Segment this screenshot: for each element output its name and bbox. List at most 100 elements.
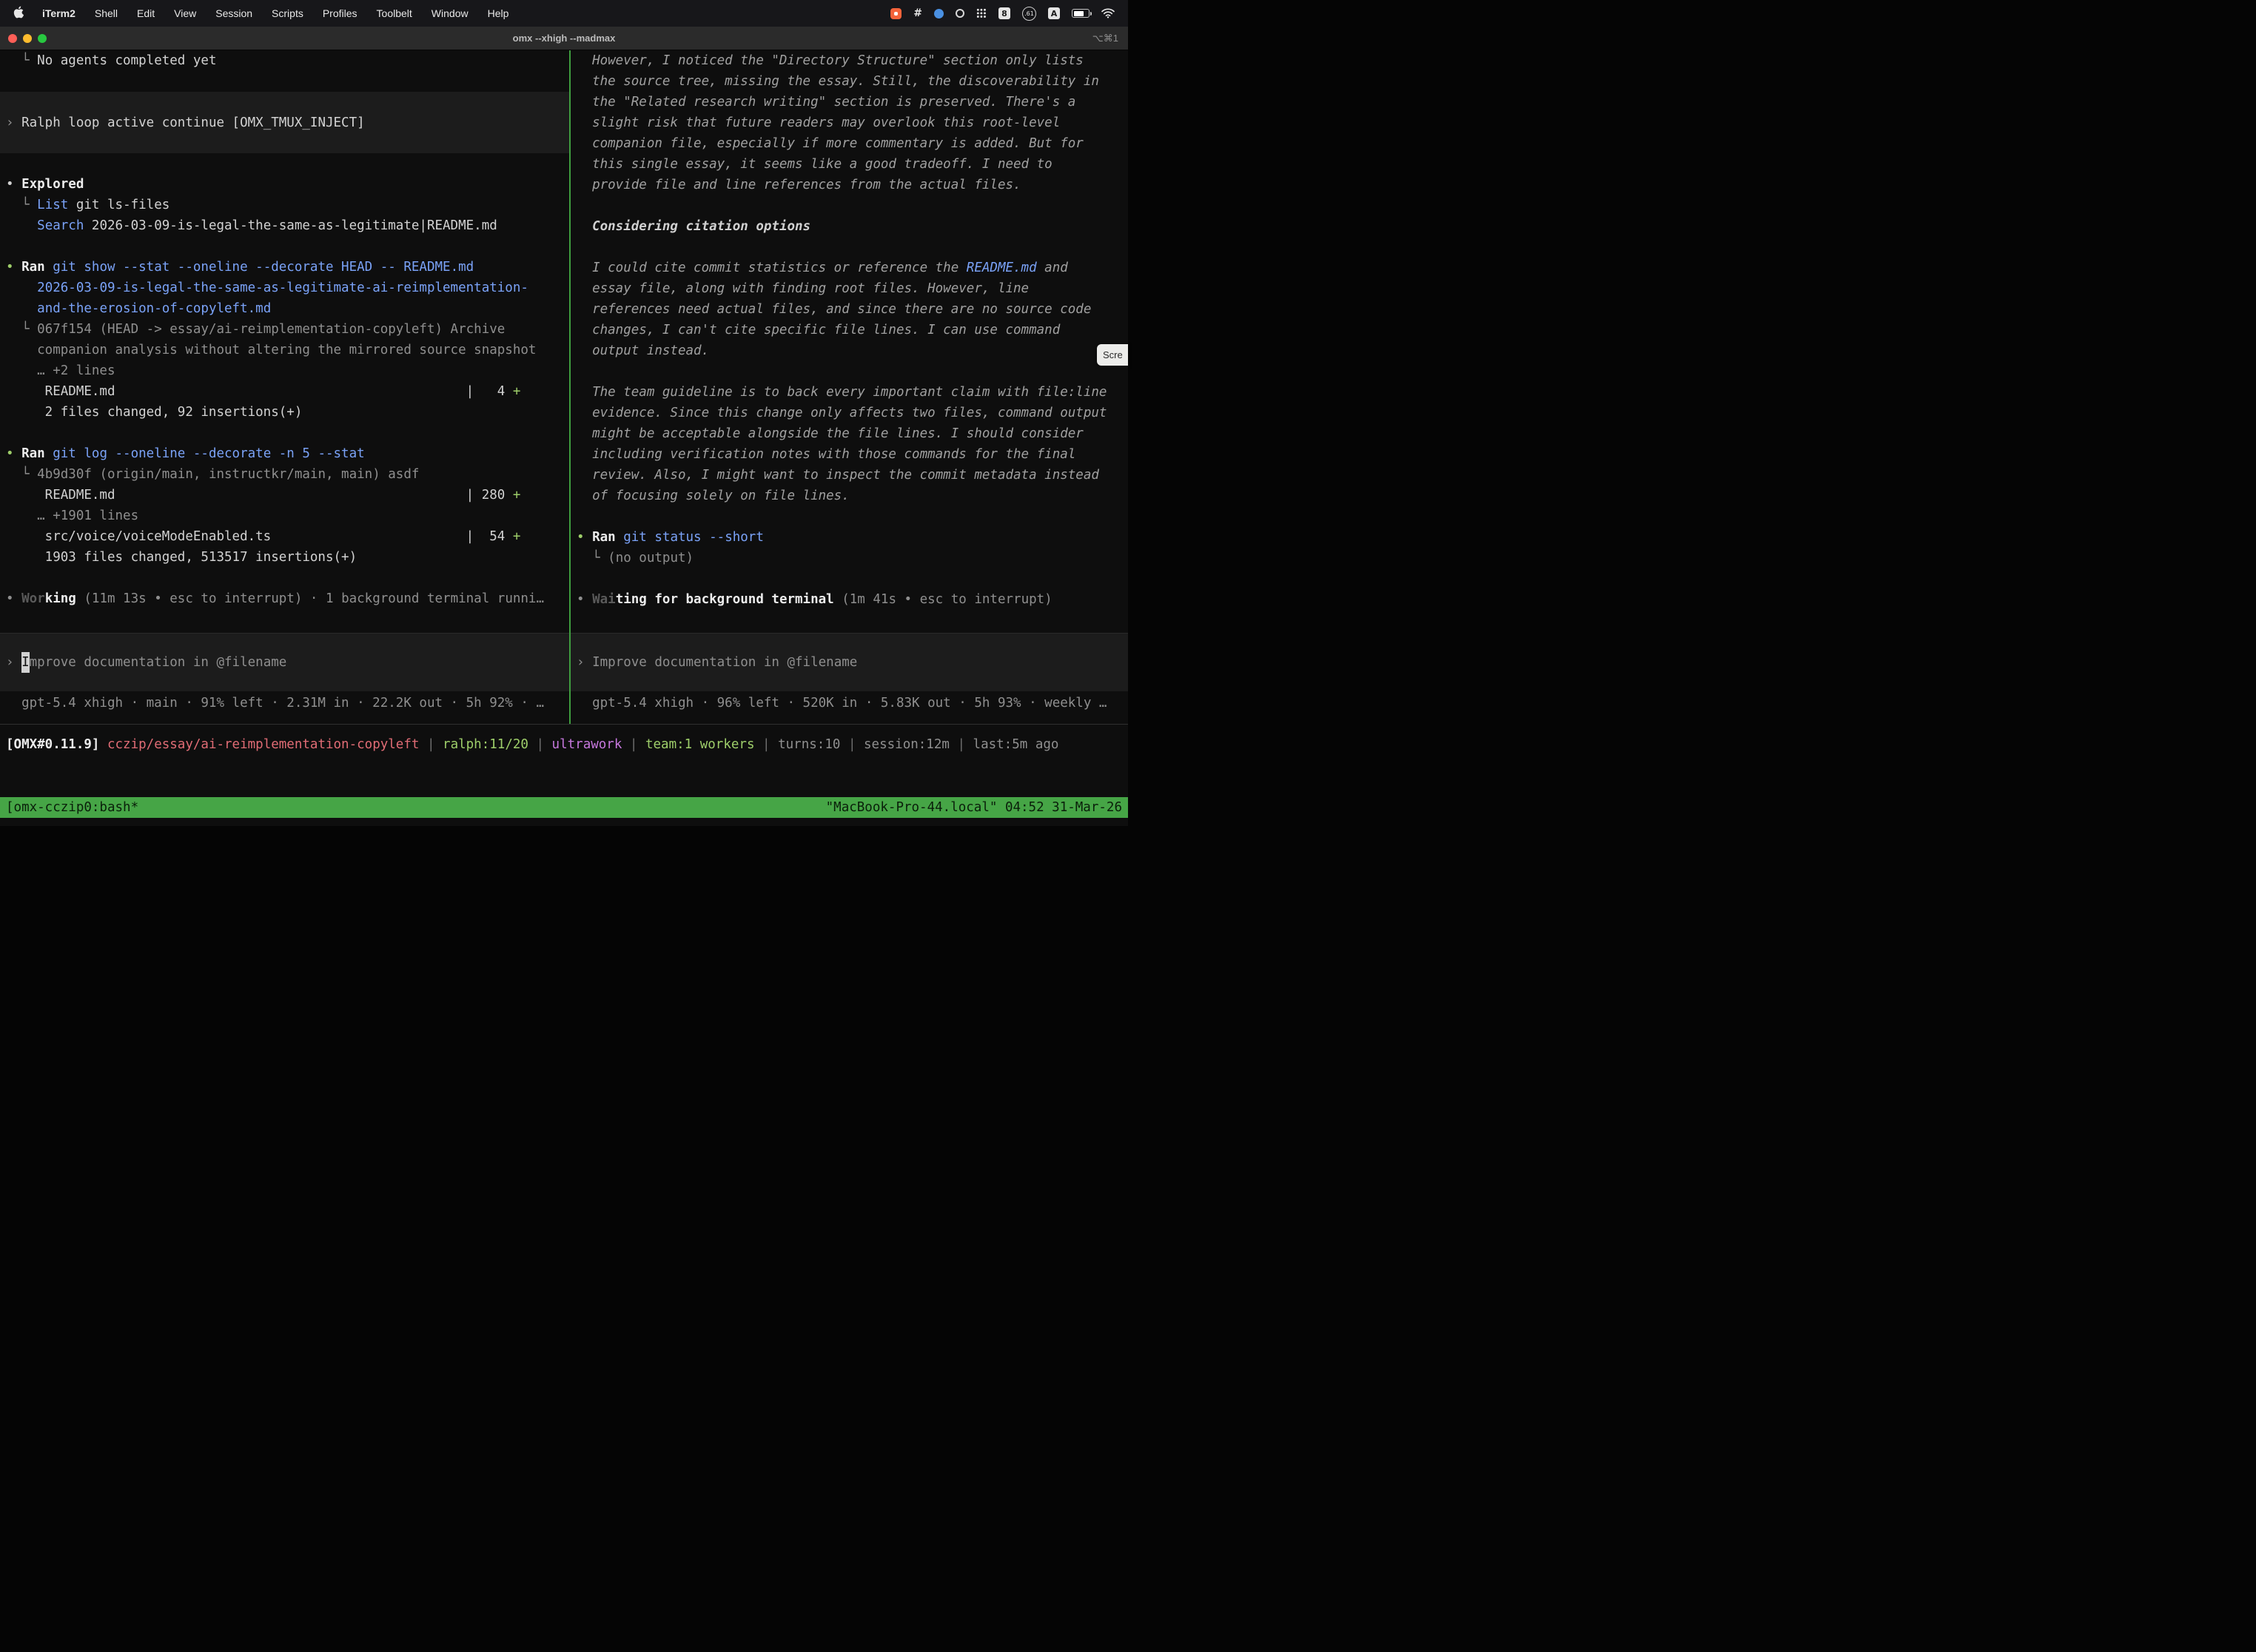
text-segment: review. Also, I might want to inspect th… [577,468,1099,483]
tmux-panes: └ No agents completed yet › Ralph loop ac… [0,50,1128,725]
terminal-line: └ No agents completed yet [0,50,569,71]
text-segment: king [45,591,76,606]
terminal-line: … +2 lines [0,360,569,381]
terminal-line: Considering citation options [571,216,1128,237]
menu-item-window[interactable]: Window [422,0,478,27]
menu-item-toolbelt[interactable]: Toolbelt [367,0,422,27]
blank-line [571,237,1128,258]
text-segment: companion file, especially if more comme… [577,136,1084,151]
terminal-line: • Working (11m 13s • esc to interrupt) ·… [0,588,569,609]
terminal-line: However, I noticed the "Directory Struct… [571,50,1128,71]
left-model-status-line: gpt-5.4 xhigh · main · 91% left · 2.31M … [0,691,569,724]
menu-items: iTerm2ShellEditViewSessionScriptsProfile… [33,0,518,27]
terminal-line: companion file, especially if more comme… [571,133,1128,154]
omx-status-area: [OMX#0.11.9] cczip/essay/ai-reimplementa… [0,725,1128,797]
text-segment: … +1901 lines [6,508,138,523]
terminal-line: └ List git ls-files [0,195,569,215]
menu-item-view[interactable]: View [164,0,206,27]
apple-menu[interactable] [4,6,33,21]
battery-icon[interactable] [1072,9,1090,18]
grid-app-icon[interactable]: # [913,7,922,19]
text-segment: └ [6,198,37,212]
text-segment: gpt-5.4 xhigh · main · 91% left · 2.31M … [6,696,544,711]
text-segment: (11m 13s • esc to interrupt) · 1 backgro… [76,591,544,606]
right-prompt-input[interactable]: › Improve documentation in @filename [571,633,1128,691]
text-segment: might be acceptable alongside the file l… [577,426,1084,441]
close-button[interactable] [8,34,17,43]
left-prompt-input[interactable]: › Improve documentation in @filename [0,633,569,691]
terminal-line: 2026-03-09-is-legal-the-same-as-legitima… [0,278,569,298]
text-segment [577,219,592,234]
text-segment: List [37,198,68,212]
text-segment: … +2 lines [6,363,115,378]
menu-item-shell[interactable]: Shell [85,0,127,27]
text-segment: • [6,446,21,461]
text-segment: | [840,737,864,752]
menu-item-session[interactable]: Session [206,0,262,27]
text-segment: • [577,530,592,545]
menu-item-scripts[interactable]: Scripts [262,0,313,27]
text-segment [6,301,37,316]
text-segment: of focusing solely on file lines. [577,488,850,503]
text-segment: | [622,737,645,752]
text-segment: (no output) [608,551,694,565]
text-segment: output instead. [577,343,709,358]
zoom-button[interactable] [38,34,47,43]
text-segment: Explored [21,177,84,192]
text-segment: | 4 [466,384,513,399]
text-segment: src/voice/voiceModeEnabled.ts [6,529,466,544]
battery-icon-inner [1074,11,1084,16]
text-segment: the source tree, missing the essay. Stil… [577,74,1099,89]
apple-logo-icon [13,6,24,21]
terminal-line: 2 files changed, 92 insertions(+) [0,402,569,423]
text-segment: README.md [6,384,466,399]
terminal-line: this single essay, it seems like a good … [571,154,1128,175]
terminal-line: I could cite commit statistics or refere… [571,258,1128,278]
text-segment [45,446,53,461]
text-segment: Wor [21,591,45,606]
menu-item-help[interactable]: Help [478,0,519,27]
text-segment: Search [37,218,84,233]
menubar-status-icons: #8 .61 A [890,7,1124,21]
text-segment: + [513,384,521,399]
text-segment: › [6,115,21,130]
left-pane[interactable]: └ No agents completed yet › Ralph loop ac… [0,50,569,724]
text-segment: + [513,488,521,503]
terminal-line: essay file, along with finding root file… [571,278,1128,299]
right-model-status-line: gpt-5.4 xhigh · 96% left · 520K in · 5.8… [571,691,1128,724]
window-title: omx --xhigh --madmax [0,33,1128,44]
text-segment: changes, I can't cite specific file line… [577,323,1060,338]
terminal-line: README.md | 4 + [0,381,569,402]
text-segment: | 280 [466,488,513,503]
gauge-icon[interactable]: .61 [1022,7,1036,21]
screenshot-notification[interactable]: Scre [1097,344,1128,366]
menu-item-profiles[interactable]: Profiles [313,0,367,27]
text-segment: I could cite commit statistics or refere… [577,261,967,275]
ralph-banner: › Ralph loop active continue [OMX_TMUX_I… [0,92,569,153]
tmux-window-label[interactable]: [omx-cczip0:bash* [6,797,138,818]
text-segment: No agents completed yet [37,53,216,68]
numpad-icon[interactable]: 8 [998,7,1010,19]
blank-line [571,506,1128,527]
terminal-line: • Ran git log --oneline --decorate -n 5 … [0,443,569,464]
text-segment: Ran [21,260,45,275]
text-segment: | [528,737,552,752]
right-pane[interactable]: However, I noticed the "Directory Struct… [571,50,1128,724]
text-segment: (1m 41s • esc to interrupt) [834,592,1053,607]
menu-item-edit[interactable]: Edit [127,0,164,27]
minimize-button[interactable] [23,34,32,43]
window-titlebar[interactable]: omx --xhigh --madmax ⌥⌘1 [0,27,1128,50]
menu-item-iterm2[interactable]: iTerm2 [33,0,85,27]
blue-app-icon[interactable] [934,9,944,19]
ring-app-icon[interactable] [956,9,964,18]
text-segment: › [6,652,21,673]
terminal-line: └ 067f154 (HEAD -> essay/ai-reimplementa… [0,319,569,340]
dots-grid-icon[interactable] [976,8,987,19]
screen-recording-indicator[interactable] [890,8,902,19]
input-source-icon[interactable]: A [1048,7,1060,19]
terminal-line: provide file and line references from th… [571,175,1128,195]
wifi-icon[interactable] [1101,8,1115,19]
omx-status-line: [OMX#0.11.9] cczip/essay/ai-reimplementa… [0,725,1128,755]
terminal-line: • Ran git show --stat --oneline --decora… [0,257,569,278]
tmux-status-bar: [omx-cczip0:bash* "MacBook-Pro-44.local"… [0,797,1128,818]
